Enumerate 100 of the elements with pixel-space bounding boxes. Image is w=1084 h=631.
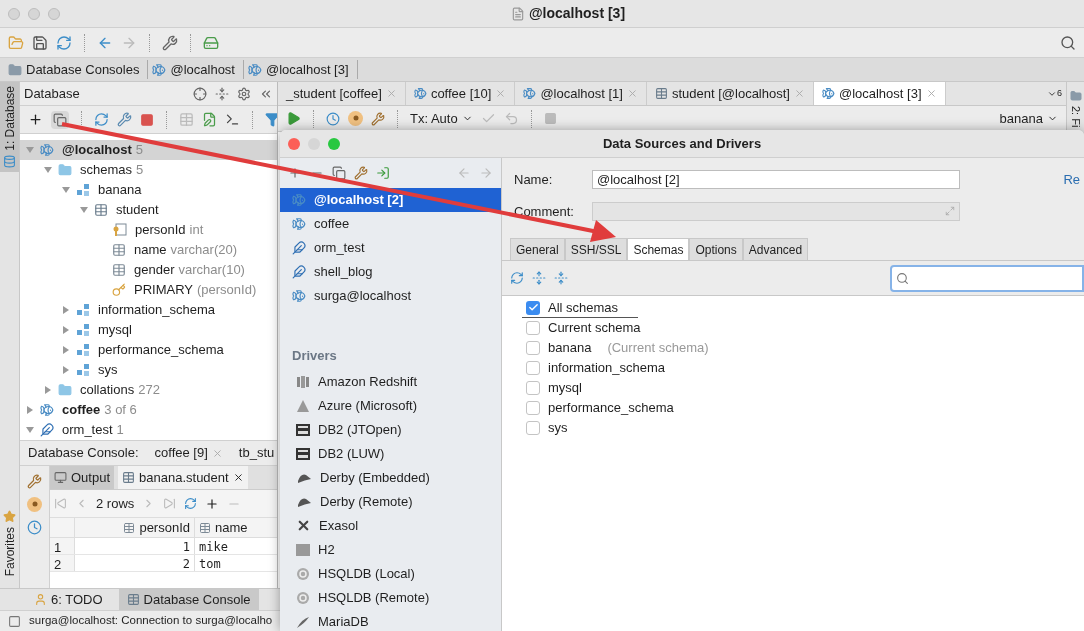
editor-tab[interactable]: @localhost [3]	[813, 82, 946, 105]
history-icon[interactable]	[326, 111, 340, 126]
window-control[interactable]	[8, 7, 20, 20]
close-window-control[interactable]	[288, 137, 300, 150]
checkbox[interactable]	[526, 341, 540, 355]
breadcrumb[interactable]: @localhost	[152, 59, 244, 80]
schema-option[interactable]: banana (Current schema)	[522, 338, 713, 358]
driver-item[interactable]: Derby (Embedded)	[280, 465, 501, 490]
search-icon[interactable]	[1060, 34, 1076, 51]
checkbox[interactable]	[526, 300, 540, 315]
tool-window-tab[interactable]: 6: TODO	[26, 589, 111, 610]
console-tab[interactable]: tb_stu	[238, 443, 275, 463]
parameter-icon[interactable]	[27, 497, 42, 512]
driver-item[interactable]: Exasol	[280, 513, 501, 538]
dialog-tab[interactable]: SSH/SSL	[564, 238, 628, 260]
tree-item[interactable]: collations 272	[20, 380, 277, 400]
result-tab[interactable]: Output	[50, 466, 115, 489]
data-source-item[interactable]: shell_blog	[280, 260, 501, 284]
refresh-icon[interactable]	[510, 271, 524, 285]
driver-item[interactable]: DB2 (LUW)	[280, 441, 501, 466]
data-source-item[interactable]: coffee	[280, 212, 501, 236]
collapse-all-icon[interactable]	[554, 271, 568, 285]
checkbox[interactable]	[526, 401, 540, 415]
editor-tab[interactable]: student [@localhost]	[646, 82, 814, 105]
wrench-icon[interactable]	[27, 474, 42, 489]
collapse-icon[interactable]	[215, 86, 229, 101]
search-field[interactable]	[890, 264, 1084, 292]
tree-item[interactable]: banana	[20, 180, 277, 200]
tree-item[interactable]: schemas 5	[20, 160, 277, 180]
save-icon[interactable]	[32, 34, 48, 51]
first-icon[interactable]	[54, 497, 67, 510]
zoom-window-control[interactable]	[328, 137, 340, 150]
refresh-icon[interactable]	[94, 112, 109, 127]
driver-item[interactable]: HSQLDB (Remote)	[280, 585, 501, 610]
stop-icon[interactable]	[543, 112, 557, 125]
driver-item[interactable]: HSQLDB (Local)	[280, 561, 501, 586]
schema-option[interactable]: All schemas	[522, 298, 639, 318]
dialog-tab[interactable]: General	[510, 238, 565, 260]
crosshair-icon[interactable]	[193, 86, 207, 101]
editor-tab[interactable]: @localhost [1]	[515, 82, 647, 105]
editor-tab[interactable]: coffee [10]	[405, 82, 516, 105]
schema-option[interactable]: performance_schema	[522, 398, 678, 418]
dialog-tab[interactable]: Options	[689, 238, 743, 260]
console-tab[interactable]: coffee [9]	[154, 443, 223, 463]
driver-item[interactable]: MariaDB	[280, 609, 501, 631]
schema-option[interactable]: information_schema	[522, 358, 670, 378]
tree-item[interactable]: PRIMARY (personId)	[20, 280, 277, 300]
run-icon[interactable]	[286, 111, 301, 126]
dialog-tab[interactable]: Advanced	[742, 238, 809, 260]
driver-item[interactable]: Amazon Redshift	[280, 369, 501, 394]
editor-tab[interactable]: _student [coffee]	[278, 82, 406, 105]
checkbox[interactable]	[526, 321, 540, 335]
tree-item[interactable]: sys	[20, 360, 277, 380]
expand-all-icon[interactable]	[532, 271, 546, 285]
tree-item[interactable]: mysql	[20, 320, 277, 340]
checkbox[interactable]	[526, 361, 540, 375]
window-control[interactable]	[48, 7, 60, 20]
tool-window-tab[interactable]: Database Console	[118, 589, 259, 610]
schema-option[interactable]: Current schema	[522, 318, 645, 338]
folder-open-icon[interactable]	[8, 34, 24, 51]
sync-icon[interactable]	[56, 34, 72, 51]
tree-item[interactable]: information_schema	[20, 300, 277, 320]
expander-icon[interactable]	[60, 186, 72, 194]
tree-item[interactable]: coffee 3 of 6	[20, 400, 277, 420]
last-icon[interactable]	[163, 497, 177, 510]
console-icon[interactable]	[225, 112, 240, 127]
data-source-item[interactable]: orm_test	[280, 236, 501, 260]
data-source-item[interactable]: @localhost [2]	[280, 188, 501, 212]
back-icon[interactable]	[457, 166, 471, 180]
comment-field[interactable]	[592, 201, 960, 221]
tree-item[interactable]: student	[20, 200, 277, 220]
name-field[interactable]: @localhost [2]	[592, 170, 960, 190]
result-tab[interactable]: banana.student	[118, 466, 248, 489]
stripe-tab[interactable]: 1: Database	[0, 82, 19, 172]
expander-icon[interactable]	[24, 426, 36, 434]
refresh-icon[interactable]	[184, 497, 198, 510]
wrench-icon[interactable]	[371, 111, 385, 126]
add-row-icon[interactable]	[205, 496, 220, 511]
wrench-icon[interactable]	[117, 112, 132, 127]
filter-icon[interactable]	[265, 112, 277, 127]
column-header[interactable]: personId	[74, 518, 194, 537]
wrench-icon[interactable]	[162, 34, 178, 51]
driver-item[interactable]: Derby (Remote)	[280, 489, 501, 514]
expand-icon[interactable]	[945, 206, 955, 217]
row-count[interactable]: 2 rows	[96, 493, 135, 514]
breadcrumb[interactable]: Database Consoles	[8, 59, 149, 80]
expander-icon[interactable]	[24, 146, 36, 154]
checkbox[interactable]	[526, 421, 540, 435]
link[interactable]: Re	[1063, 170, 1080, 190]
breadcrumb[interactable]: @localhost [3]	[248, 59, 358, 80]
stripe-tab[interactable]: 2: Fi	[1067, 106, 1084, 128]
table-icon[interactable]	[179, 112, 194, 127]
expander-icon[interactable]	[78, 206, 90, 214]
expander-icon[interactable]	[42, 166, 54, 174]
driver-item[interactable]: H2	[280, 537, 501, 562]
parameter-icon[interactable]	[348, 111, 363, 126]
schema-option[interactable]: sys	[522, 418, 572, 438]
tree-item[interactable]: performance_schema	[20, 340, 277, 360]
stripe-tab[interactable]: Favorites	[0, 505, 19, 580]
schema-option[interactable]: mysql	[522, 378, 586, 398]
